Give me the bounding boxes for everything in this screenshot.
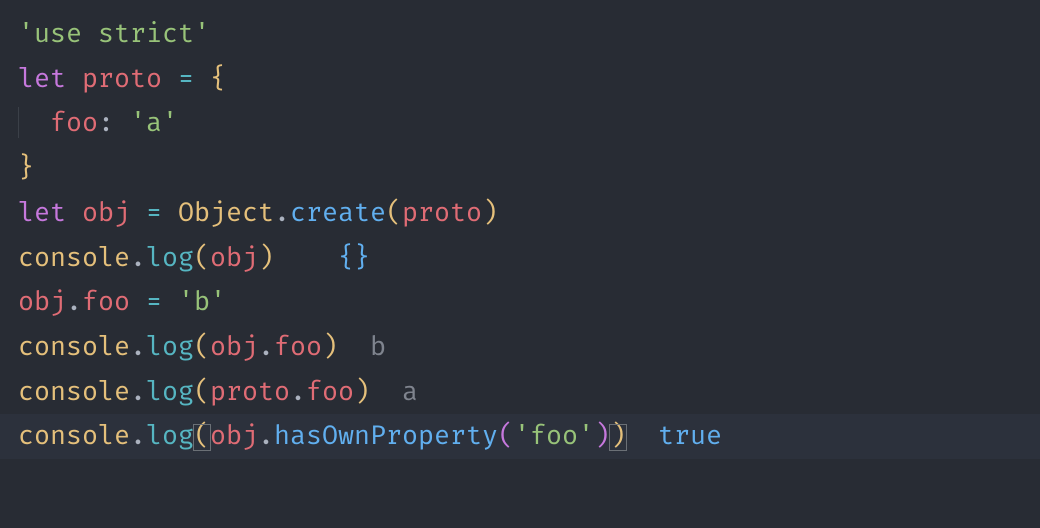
- console-object: console: [18, 420, 130, 452]
- dot: .: [66, 286, 82, 318]
- paren-close: ): [258, 242, 274, 274]
- dot: .: [130, 376, 146, 408]
- string-literal: 'use strict': [18, 18, 210, 50]
- code-line: console.log(obj) {}: [18, 236, 1022, 281]
- class-object: Object: [178, 197, 274, 229]
- method-hasownproperty: hasOwnProperty: [274, 420, 498, 452]
- dot: .: [258, 420, 274, 452]
- identifier: proto: [210, 376, 290, 408]
- code-line: foo: 'a': [18, 101, 1022, 146]
- string-literal: 'a': [130, 107, 178, 139]
- string-literal: 'foo': [514, 420, 594, 452]
- operator-equals: =: [178, 63, 194, 95]
- keyword-let: let: [18, 197, 66, 229]
- identifier: obj: [210, 242, 258, 274]
- colon: :: [98, 107, 114, 139]
- paren-open: (: [194, 242, 210, 274]
- dot: .: [290, 376, 306, 408]
- identifier: proto: [402, 197, 482, 229]
- identifier: proto: [82, 63, 162, 95]
- method-log: log: [146, 420, 194, 452]
- output-brace-open: {: [338, 242, 354, 274]
- property-name: foo: [274, 331, 322, 363]
- code-line: }: [18, 146, 1022, 191]
- string-literal: 'b': [178, 286, 226, 318]
- identifier: obj: [210, 420, 258, 452]
- method-log: log: [146, 242, 194, 274]
- identifier: obj: [82, 197, 130, 229]
- brace-close: }: [18, 152, 34, 184]
- paren-open: (: [194, 376, 210, 408]
- paren-close-matched: ): [610, 420, 626, 452]
- identifier: obj: [18, 286, 66, 318]
- method-log: log: [146, 331, 194, 363]
- spacer: [626, 420, 658, 452]
- spacer: [274, 242, 338, 274]
- operator-equals: =: [146, 197, 162, 229]
- paren-close: ): [594, 420, 610, 452]
- dot: .: [274, 197, 290, 229]
- code-editor-content[interactable]: 'use strict' let proto = { foo: 'a'} let o…: [0, 0, 1040, 459]
- operator-equals: =: [146, 286, 162, 318]
- console-object: console: [18, 242, 130, 274]
- console-object: console: [18, 331, 130, 363]
- code-line: let proto = {: [18, 57, 1022, 102]
- dot: .: [258, 331, 274, 363]
- paren-close: ): [354, 376, 370, 408]
- output-value: b: [370, 331, 386, 363]
- paren-open: (: [498, 420, 514, 452]
- output-value: a: [402, 376, 418, 408]
- paren-open-matched: (: [194, 420, 210, 452]
- indent: [18, 101, 50, 146]
- paren-close: ): [482, 197, 498, 229]
- keyword-let: let: [18, 63, 66, 95]
- code-line: 'use strict': [18, 12, 1022, 57]
- paren-open: (: [386, 197, 402, 229]
- dot: .: [130, 420, 146, 452]
- dot: .: [130, 331, 146, 363]
- paren-open: (: [194, 331, 210, 363]
- code-line: console.log(obj.foo) b: [18, 325, 1022, 370]
- console-object: console: [18, 376, 130, 408]
- spacer: [338, 331, 370, 363]
- property-name: foo: [50, 107, 98, 139]
- paren-close: ): [322, 331, 338, 363]
- code-line: obj.foo = 'b': [18, 280, 1022, 325]
- code-line: let obj = Object.create(proto): [18, 191, 1022, 236]
- method-create: create: [290, 197, 386, 229]
- output-brace-close: }: [354, 242, 370, 274]
- dot: .: [130, 242, 146, 274]
- property-name: foo: [306, 376, 354, 408]
- spacer: [370, 376, 402, 408]
- code-line-active: console.log(obj.hasOwnProperty('foo')) t…: [0, 414, 1040, 459]
- output-value: true: [658, 420, 722, 452]
- identifier: obj: [210, 331, 258, 363]
- brace-open: {: [210, 63, 226, 95]
- method-log: log: [146, 376, 194, 408]
- property-name: foo: [82, 286, 130, 318]
- code-line: console.log(proto.foo) a: [18, 370, 1022, 415]
